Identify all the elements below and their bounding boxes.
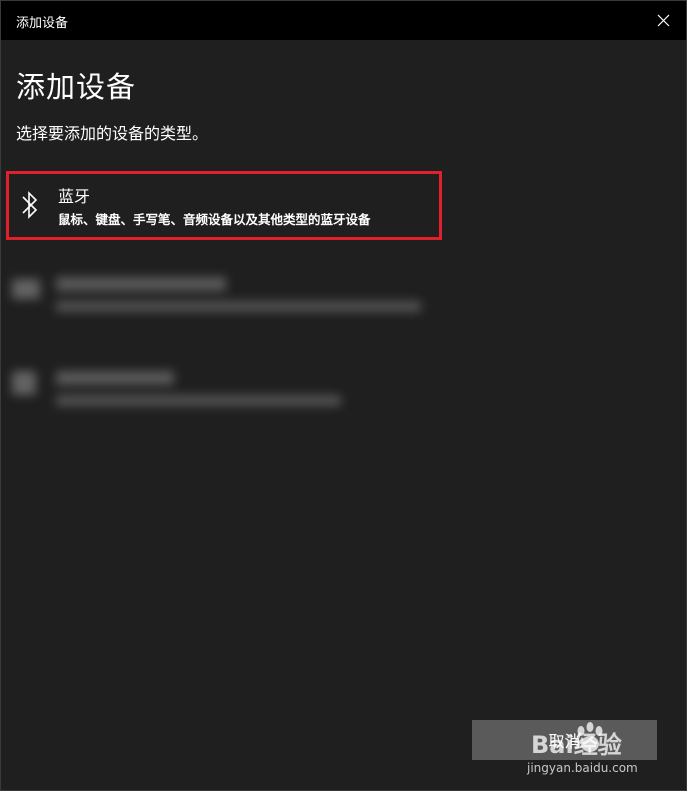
- blurred-text: [56, 395, 341, 406]
- add-device-window: 添加设备 添加设备 选择要添加的设备的类型。 蓝牙 鼠标、键盘、手写笔、音频设备…: [0, 0, 687, 791]
- bluetooth-icon: [22, 191, 38, 219]
- bluetooth-option[interactable]: 蓝牙 鼠标、键盘、手写笔、音频设备以及其他类型的蓝牙设备: [6, 171, 442, 240]
- blurred-text: [56, 371, 174, 385]
- blurred-text: [56, 277, 226, 291]
- plus-icon: [12, 371, 36, 395]
- blurred-option-other: [6, 363, 436, 413]
- page-subtitle: 选择要添加的设备的类型。: [16, 124, 209, 143]
- blurred-option-display: [6, 269, 436, 319]
- display-icon: [12, 279, 40, 299]
- blurred-text: [56, 301, 421, 312]
- option-name: 蓝牙: [58, 187, 91, 206]
- window-title: 添加设备: [16, 16, 69, 31]
- page-title: 添加设备: [16, 70, 137, 104]
- watermark-url: jingyan.baidu.com: [527, 761, 638, 775]
- cancel-button[interactable]: 取消: [472, 720, 657, 760]
- title-bar: 添加设备: [1, 1, 686, 40]
- close-button[interactable]: [640, 1, 686, 40]
- close-icon: [657, 14, 669, 27]
- option-description: 鼠标、键盘、手写笔、音频设备以及其他类型的蓝牙设备: [58, 212, 371, 227]
